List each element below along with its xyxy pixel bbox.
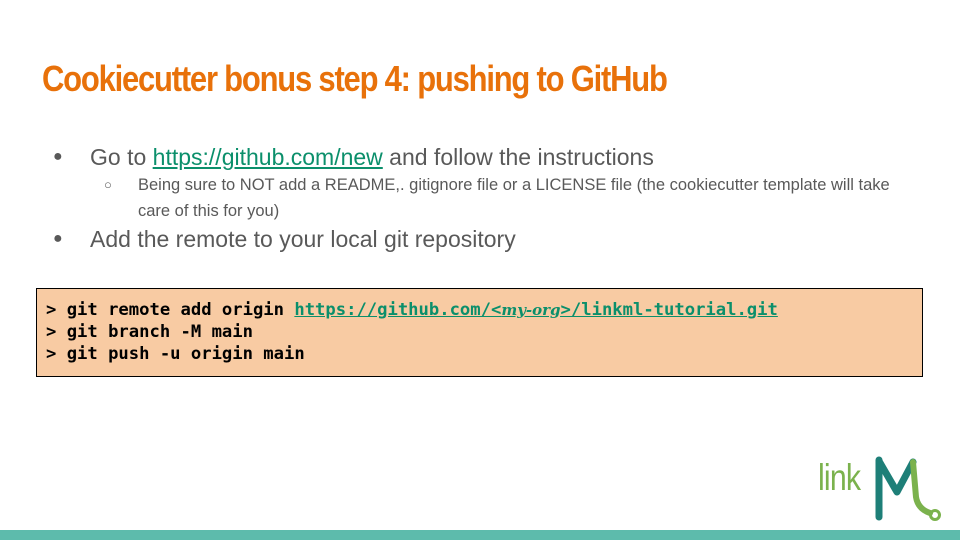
bullet-item-github-new: ● Go to https://github.com/new and follo… (50, 142, 930, 172)
sub-bullet-item: ○ Being sure to NOT add a README,. gitig… (50, 172, 930, 224)
sub-bullet-circle-icon: ○ (104, 177, 112, 192)
code-url-placeholder: my-org (501, 301, 561, 319)
sub-bullet-text: Being sure to NOT add a README,. gitigno… (138, 176, 890, 220)
bullet-item-add-remote: ● Add the remote to your local git repos… (50, 224, 930, 254)
code-block: > git remote add origin https://github.c… (36, 288, 923, 377)
code-remote-url[interactable]: https://github.com/<my-org>/linkml-tutor… (294, 300, 778, 320)
bullet-list: ● Go to https://github.com/new and follo… (50, 142, 930, 254)
linkml-m-icon (875, 456, 941, 521)
code-line-2: > git branch -M main (46, 322, 253, 342)
code-line-1-prefix: > git remote add origin (46, 300, 295, 320)
github-new-link[interactable]: https://github.com/new (153, 144, 383, 170)
bullet-prefix: Go to (90, 144, 153, 170)
code-url-start: https://github.com/< (294, 300, 502, 320)
bullet-dot-icon: ● (53, 148, 63, 165)
bullet-text: Add the remote to your local git reposit… (90, 226, 516, 252)
slide-title: Cookiecutter bonus step 4: pushing to Gi… (42, 58, 668, 99)
bullet-suffix: and follow the instructions (382, 144, 654, 170)
bullet-dot-icon: ● (53, 230, 63, 247)
code-line-3: > git push -u origin main (46, 344, 305, 364)
code-url-end: >/linkml-tutorial.git (560, 300, 778, 320)
bottom-accent-bar (0, 530, 960, 540)
